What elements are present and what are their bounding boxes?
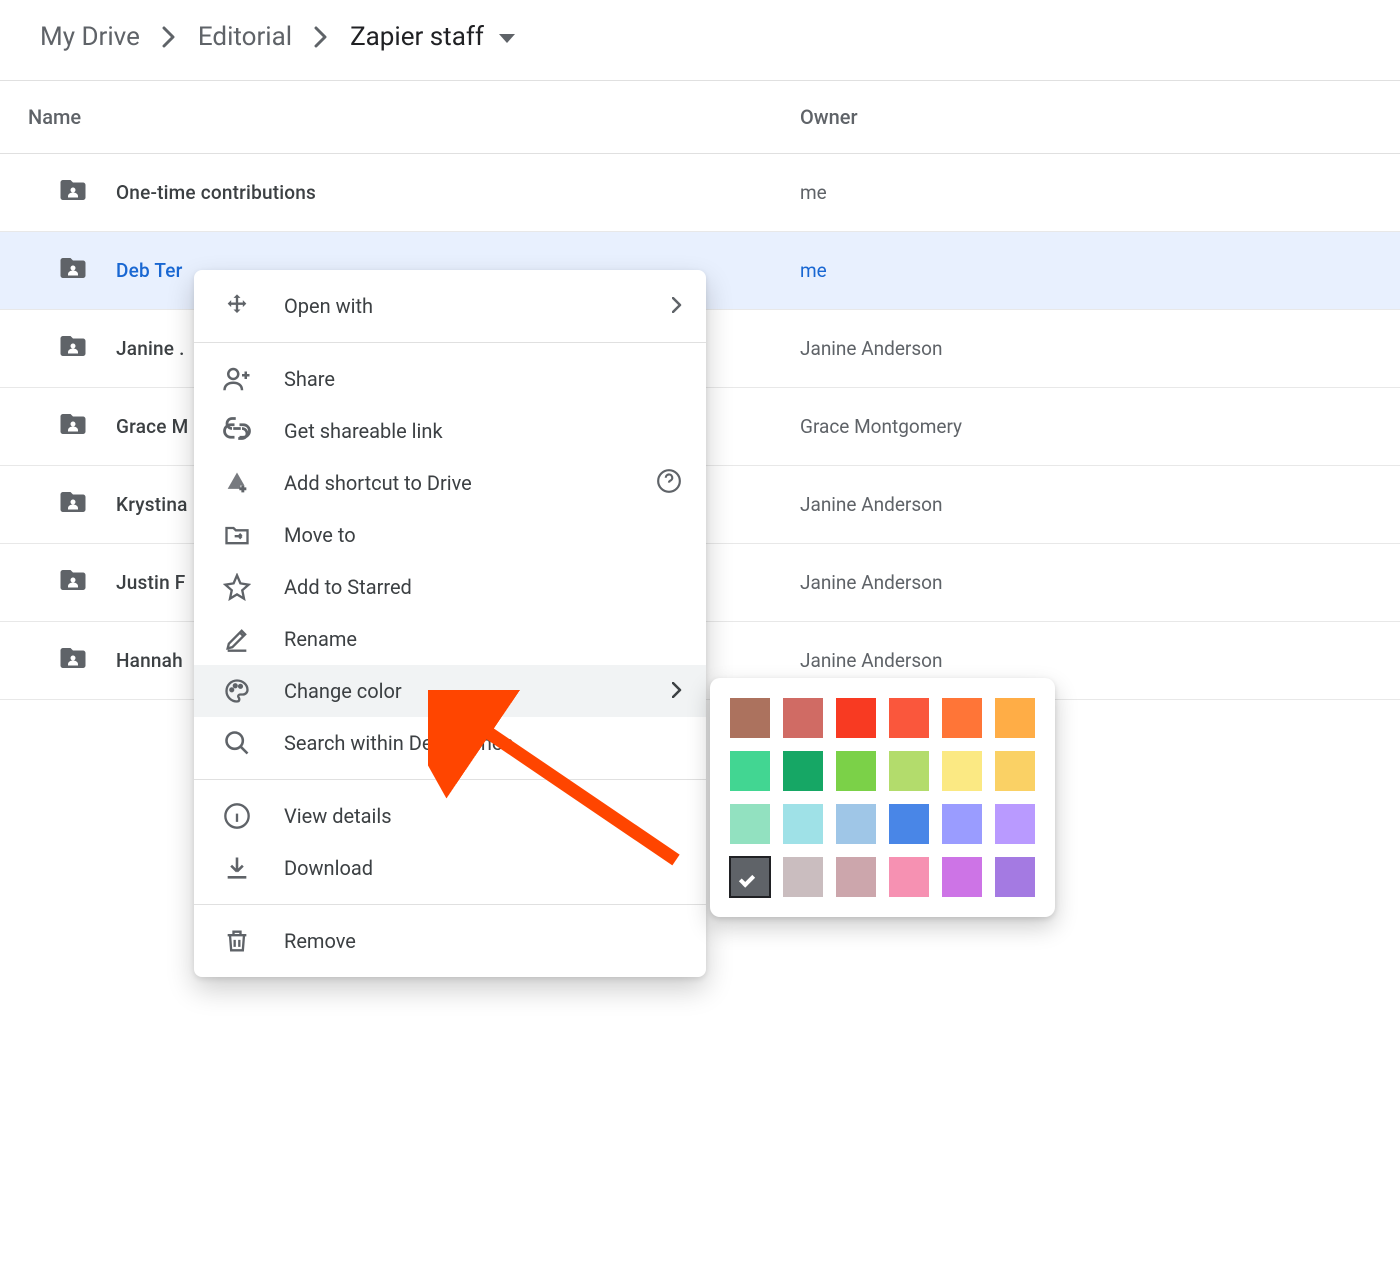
person-add-icon xyxy=(220,362,254,396)
folder-owner: Janine Anderson xyxy=(800,571,1360,594)
menu-separator xyxy=(194,342,706,343)
menu-label: Search within Deb Tennen xyxy=(284,731,682,755)
pencil-icon xyxy=(220,622,254,656)
color-swatch[interactable] xyxy=(783,751,823,791)
drive-shortcut-icon xyxy=(220,466,254,500)
menu-share[interactable]: Share xyxy=(194,353,706,405)
menu-get-link[interactable]: Get shareable link xyxy=(194,405,706,457)
color-swatch[interactable] xyxy=(889,698,929,738)
breadcrumb-item-mydrive[interactable]: My Drive xyxy=(40,22,140,52)
folder-owner: me xyxy=(800,181,1360,204)
search-icon xyxy=(220,726,254,760)
menu-download[interactable]: Download xyxy=(194,842,706,894)
color-swatch[interactable] xyxy=(836,857,876,897)
folder-owner: Grace Montgomery xyxy=(800,415,1360,438)
shared-folder-icon xyxy=(58,175,88,210)
color-swatch[interactable] xyxy=(942,857,982,897)
color-swatch[interactable] xyxy=(889,804,929,844)
menu-remove[interactable]: Remove xyxy=(194,915,706,967)
folder-owner: Janine Anderson xyxy=(800,493,1360,516)
context-menu: Open with Share Get shareable link Add s… xyxy=(194,270,706,977)
color-swatch[interactable] xyxy=(836,698,876,738)
breadcrumb-item-current[interactable]: Zapier staff xyxy=(350,22,484,52)
color-swatch[interactable] xyxy=(889,751,929,791)
palette-icon xyxy=(220,674,254,708)
shared-folder-icon xyxy=(58,487,88,522)
color-swatch[interactable] xyxy=(995,857,1035,897)
shared-folder-icon xyxy=(58,409,88,444)
menu-move-to[interactable]: Move to xyxy=(194,509,706,561)
menu-add-shortcut[interactable]: Add shortcut to Drive xyxy=(194,457,706,509)
menu-label: Open with xyxy=(284,294,672,318)
color-swatch[interactable] xyxy=(889,857,929,897)
move-icon xyxy=(220,289,254,323)
download-icon xyxy=(220,851,254,885)
breadcrumb-dropdown-icon[interactable] xyxy=(498,22,516,52)
color-swatch[interactable] xyxy=(730,751,770,791)
menu-star[interactable]: Add to Starred xyxy=(194,561,706,613)
chevron-right-icon xyxy=(672,294,682,318)
color-swatch[interactable] xyxy=(836,804,876,844)
menu-open-with[interactable]: Open with xyxy=(194,280,706,332)
column-name[interactable]: Name xyxy=(28,105,800,129)
menu-view-details[interactable]: View details xyxy=(194,790,706,842)
color-swatch[interactable] xyxy=(836,751,876,791)
trash-icon xyxy=(220,924,254,958)
color-swatch[interactable] xyxy=(730,804,770,844)
color-swatch[interactable] xyxy=(942,804,982,844)
color-picker xyxy=(710,678,1055,917)
shared-folder-icon xyxy=(58,565,88,600)
menu-rename[interactable]: Rename xyxy=(194,613,706,665)
menu-label: Rename xyxy=(284,627,682,651)
shared-folder-icon xyxy=(58,643,88,678)
info-icon xyxy=(220,799,254,833)
menu-label: Download xyxy=(284,856,682,880)
menu-label: Move to xyxy=(284,523,682,547)
menu-label: View details xyxy=(284,804,682,828)
color-swatch[interactable] xyxy=(995,751,1035,791)
menu-label: Share xyxy=(284,367,682,391)
column-headers: Name Owner xyxy=(0,81,1400,154)
column-owner[interactable]: Owner xyxy=(800,105,1360,129)
menu-label: Change color xyxy=(284,679,672,703)
chevron-right-icon xyxy=(672,679,682,703)
color-swatch[interactable] xyxy=(942,751,982,791)
color-swatch[interactable] xyxy=(730,698,770,738)
menu-label: Remove xyxy=(284,929,682,953)
menu-change-color[interactable]: Change color xyxy=(194,665,706,717)
color-swatch[interactable] xyxy=(783,698,823,738)
link-icon xyxy=(220,414,254,448)
folder-owner: Janine Anderson xyxy=(800,337,1360,360)
folder-move-icon xyxy=(220,518,254,552)
breadcrumb-item-editorial[interactable]: Editorial xyxy=(198,22,292,52)
color-swatch[interactable] xyxy=(995,804,1035,844)
color-swatch[interactable] xyxy=(995,698,1035,738)
color-swatch[interactable] xyxy=(730,857,770,897)
shared-folder-icon xyxy=(58,253,88,288)
star-icon xyxy=(220,570,254,604)
breadcrumb: My Drive Editorial Zapier staff xyxy=(0,0,1400,80)
folder-owner: Janine Anderson xyxy=(800,649,1360,672)
menu-separator xyxy=(194,904,706,905)
folder-name: One-time contributions xyxy=(116,181,800,204)
menu-label: Add to Starred xyxy=(284,575,682,599)
chevron-right-icon xyxy=(162,26,176,48)
chevron-right-icon xyxy=(314,26,328,48)
color-swatch[interactable] xyxy=(942,698,982,738)
menu-search-within[interactable]: Search within Deb Tennen xyxy=(194,717,706,769)
color-swatch[interactable] xyxy=(783,804,823,844)
shared-folder-icon xyxy=(58,331,88,366)
color-swatch[interactable] xyxy=(783,857,823,897)
menu-label: Get shareable link xyxy=(284,419,682,443)
menu-separator xyxy=(194,779,706,780)
help-icon[interactable] xyxy=(656,468,682,499)
menu-label: Add shortcut to Drive xyxy=(284,471,656,495)
folder-owner: me xyxy=(800,259,1360,282)
folder-row[interactable]: One-time contributionsme xyxy=(0,154,1400,232)
